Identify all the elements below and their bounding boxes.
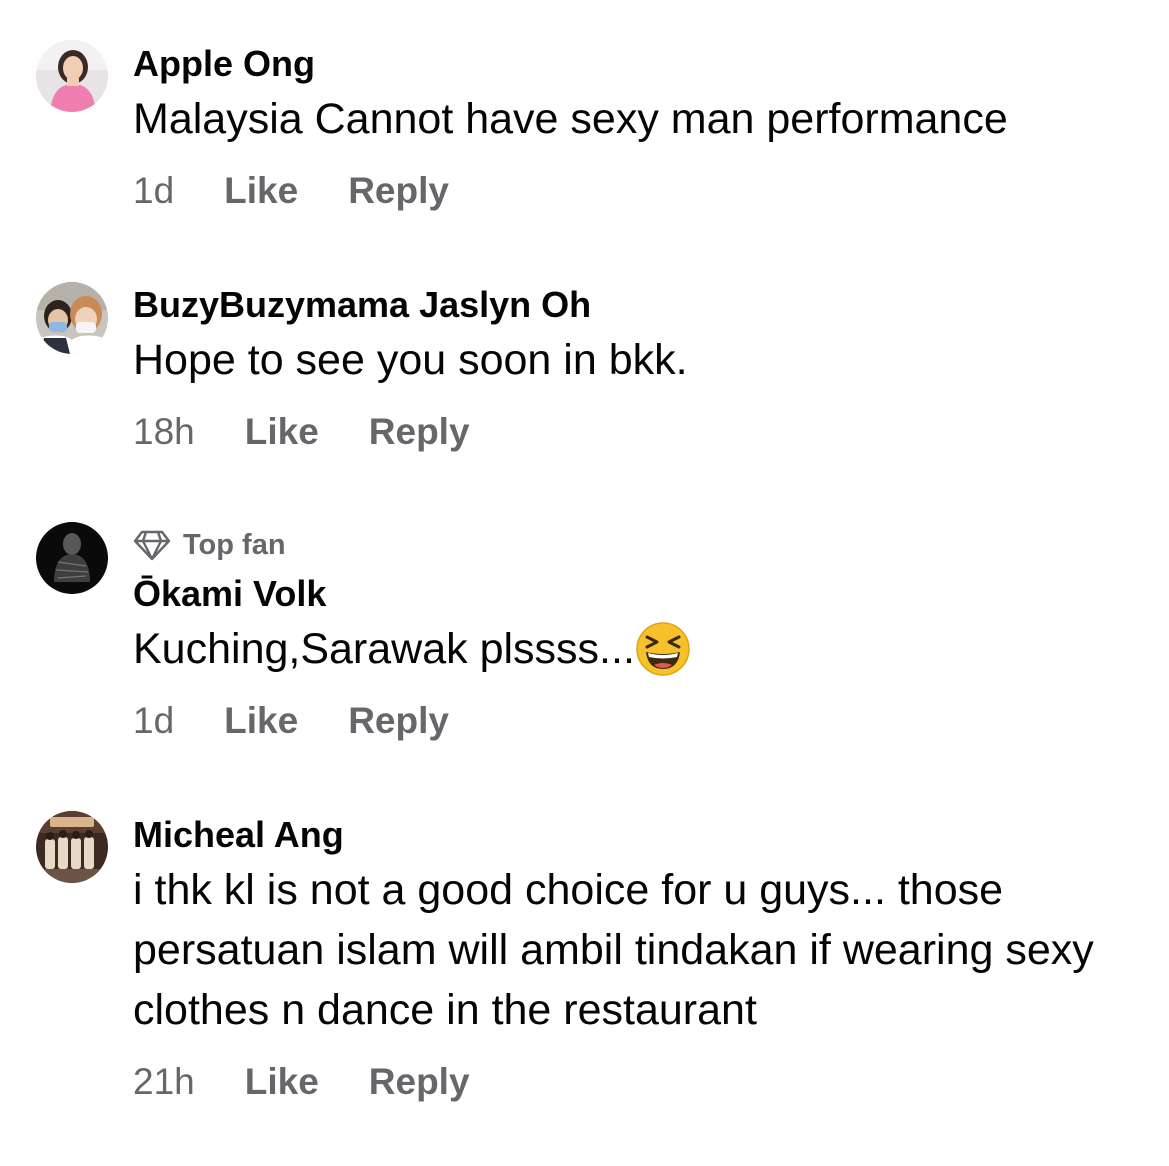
comment-actions: 1d Like Reply xyxy=(133,169,449,213)
reply-button[interactable]: Reply xyxy=(369,1061,470,1103)
like-button[interactable]: Like xyxy=(224,170,298,212)
profile-photo-icon xyxy=(36,40,108,112)
top-fan-badge: Top fan xyxy=(133,527,286,563)
reply-button[interactable]: Reply xyxy=(348,170,449,212)
comment-time[interactable]: 1d xyxy=(133,170,174,212)
comment-time[interactable]: 21h xyxy=(133,1061,195,1103)
profile-photo-icon xyxy=(36,811,108,883)
like-button[interactable]: Like xyxy=(245,1061,319,1103)
diamond-icon xyxy=(133,530,171,561)
profile-photo-icon xyxy=(36,522,108,594)
profile-photo-icon xyxy=(36,282,108,354)
grinning-squinting-face-icon xyxy=(635,621,691,677)
badge-label: Top fan xyxy=(183,528,286,561)
comment-author[interactable]: Micheal Ang xyxy=(133,813,344,857)
comment-text: i thk kl is not a good choice for u guys… xyxy=(133,866,1094,1034)
like-button[interactable]: Like xyxy=(245,411,319,453)
comment-time[interactable]: 18h xyxy=(133,411,195,453)
comment-author[interactable]: BuzyBuzymama Jaslyn Oh xyxy=(133,283,591,327)
comment-text-content: Kuching,Sarawak plssss... xyxy=(133,625,635,673)
reply-button[interactable]: Reply xyxy=(369,411,470,453)
comment-text: Kuching,Sarawak plssss... xyxy=(133,619,1143,679)
comment-text: Hope to see you soon in bkk. xyxy=(133,336,688,384)
avatar[interactable] xyxy=(36,40,108,112)
avatar[interactable] xyxy=(36,282,108,354)
comment-actions: 1d Like Reply xyxy=(133,699,449,743)
comment-author[interactable]: Apple Ong xyxy=(133,42,315,86)
comment-author[interactable]: Ōkami Volk xyxy=(133,572,326,616)
comment-time[interactable]: 1d xyxy=(133,700,174,742)
comment-actions: 21h Like Reply xyxy=(133,1060,470,1104)
like-button[interactable]: Like xyxy=(224,700,298,742)
avatar[interactable] xyxy=(36,522,108,594)
comment-actions: 18h Like Reply xyxy=(133,410,470,454)
reply-button[interactable]: Reply xyxy=(348,700,449,742)
avatar[interactable] xyxy=(36,811,108,883)
comment-text: Malaysia Cannot have sexy man performanc… xyxy=(133,95,1008,143)
